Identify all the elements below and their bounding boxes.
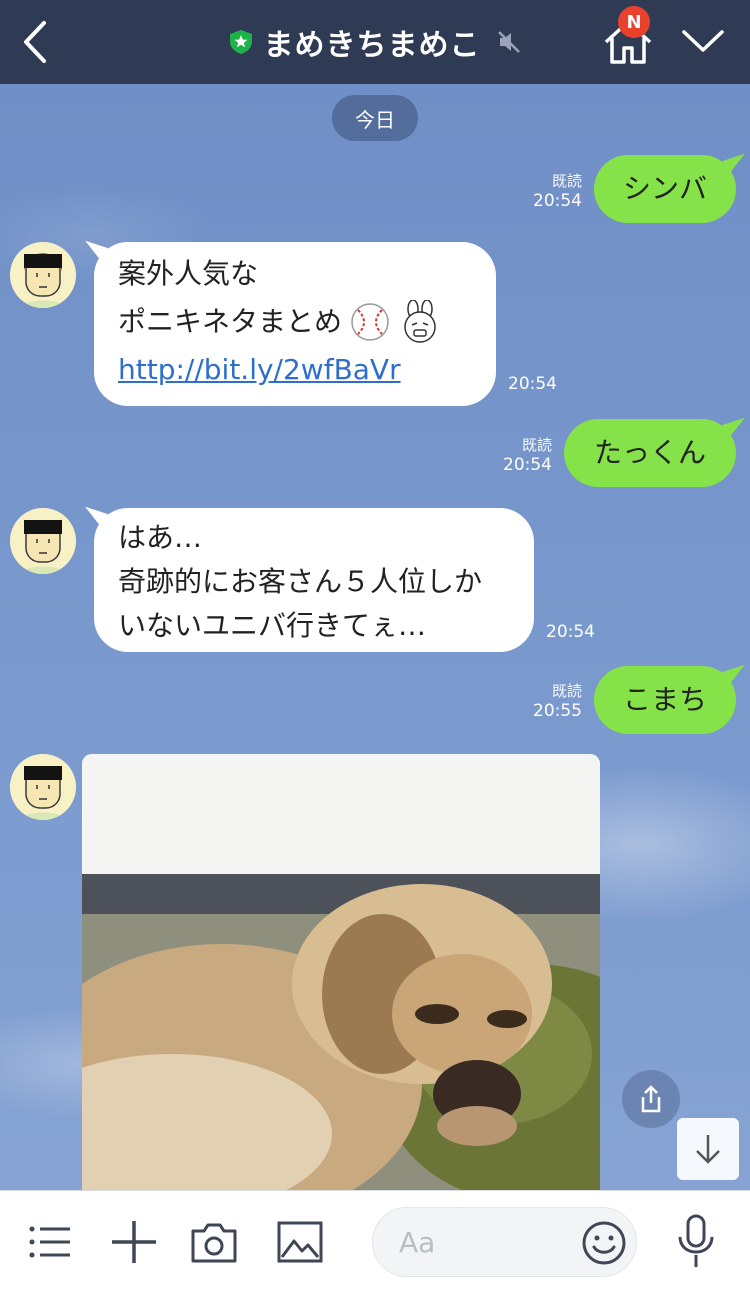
message-bubble-mine[interactable]: たっくん [564,419,736,487]
date-separator: 今日 [332,95,418,141]
message-time: 20:54 [508,374,557,394]
home-button[interactable]: N [600,6,656,70]
message-meta: 既読 20:55 [520,682,582,722]
person-avatar-icon [10,242,76,308]
person-avatar-icon [10,508,76,574]
message-text: こまち [622,683,707,717]
message-text-line: いないユニバ行きてぇ… [118,609,427,642]
shield-star-icon [229,30,252,54]
plus-icon[interactable] [110,1219,158,1265]
message-bubble-mine[interactable]: こまち [594,666,736,734]
message-meta: 既読 20:54 [490,436,552,476]
read-receipt: 既読 [551,172,582,190]
chat-input-bar: Aa [0,1190,750,1290]
image-icon[interactable] [276,1219,324,1265]
avatar[interactable] [10,754,76,820]
chat-header: まめきちまめこ N [0,0,750,84]
header-menu-toggle[interactable] [680,22,726,62]
message-time: 20:54 [503,454,552,475]
message-text-line: 奇跡的にお客さん５人位しか [118,565,483,598]
notification-badge: N [618,6,650,38]
chat-messages-area[interactable]: 今日 既読 20:54 シンバ 案外人気な ポニキネタまとめ http://bi… [0,84,750,1190]
message-text-line: 案外人気な [118,257,259,290]
message-bubble-mine[interactable]: シンバ [594,155,736,223]
input-placeholder: Aa [399,1226,436,1259]
camera-icon[interactable] [190,1219,238,1265]
avatar[interactable] [10,508,76,574]
message-bubble-theirs[interactable]: 案外人気な ポニキネタまとめ http://bit.ly/2wfBaVr [94,242,496,406]
emoji-icon[interactable] [581,1220,627,1266]
chat-title-group[interactable]: まめきちまめこ [228,20,523,64]
mic-icon[interactable] [672,1213,720,1269]
message-link[interactable]: http://bit.ly/2wfBaVr [118,346,472,394]
message-time: 20:54 [546,622,595,642]
message-input[interactable]: Aa [372,1207,637,1277]
read-receipt: 既読 [551,682,582,700]
bunny-face-icon [404,300,436,343]
baseball-icon [351,303,389,341]
message-meta: 既読 20:54 [520,172,582,212]
scroll-to-bottom-button[interactable] [677,1118,739,1180]
message-text-line: ポニキネタまとめ [118,305,343,339]
dog-photo [82,754,600,1190]
back-button[interactable] [10,14,60,70]
chevron-left-icon [24,21,46,63]
share-icon [641,1085,661,1113]
message-text: たっくん [593,436,706,470]
arrow-down-icon [696,1135,720,1164]
share-button[interactable] [622,1070,680,1128]
message-time: 20:54 [533,190,582,211]
message-bubble-theirs[interactable]: はあ… 奇跡的にお客さん５人位しか いないユニバ行きてぇ… [94,508,534,652]
message-text: シンバ [622,172,707,206]
link-text[interactable]: http://bit.ly/2wfBaVr [118,353,401,386]
chat-title: まめきちまめこ [263,28,481,63]
message-image[interactable] [82,754,600,1190]
chevron-down-icon [682,30,724,52]
message-text-line: はあ… [118,521,203,554]
message-time: 20:55 [533,700,582,721]
speaker-mute-icon [497,31,520,53]
person-avatar-icon [10,754,76,820]
menu-icon[interactable] [26,1219,74,1265]
read-receipt: 既読 [521,436,552,454]
avatar[interactable] [10,242,76,308]
